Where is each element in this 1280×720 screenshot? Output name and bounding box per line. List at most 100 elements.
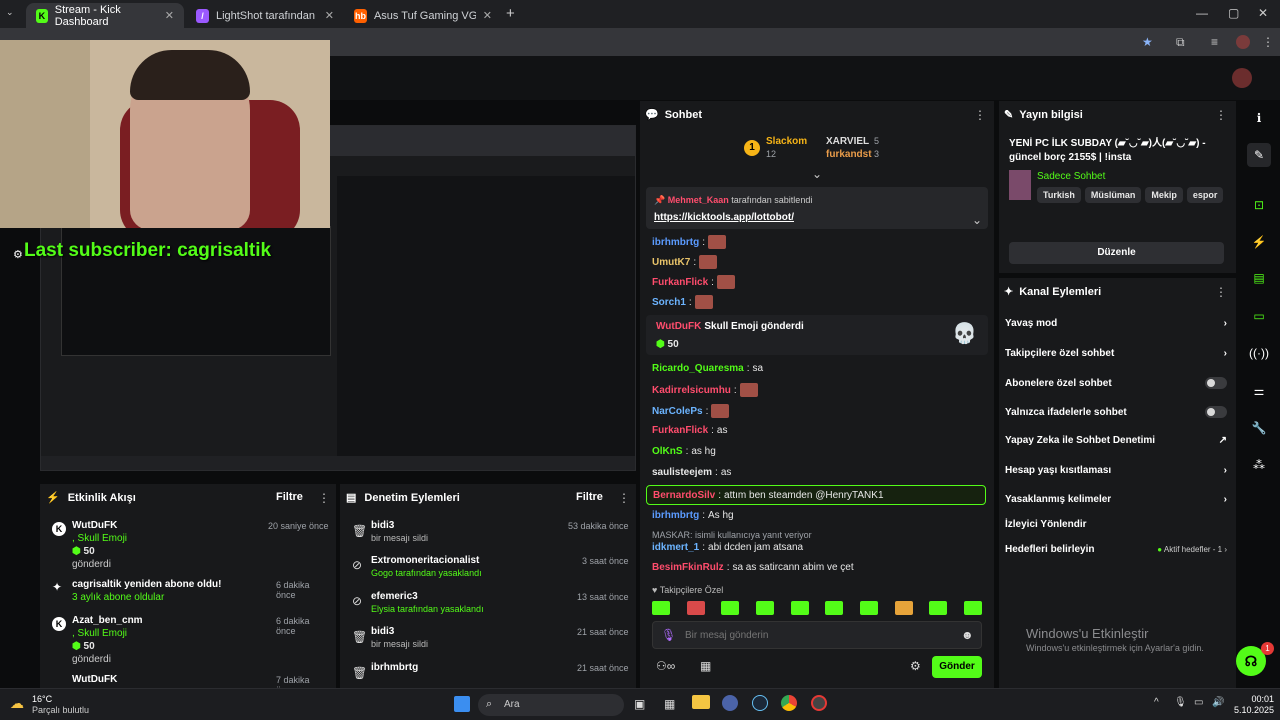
tab-list-button[interactable]: ⌄: [6, 7, 20, 21]
chat-menu-icon[interactable]: ⋮: [974, 108, 986, 122]
tag[interactable]: espor: [1186, 187, 1224, 203]
chat-username[interactable]: Sorch1: [652, 297, 686, 308]
toggle-switch[interactable]: [1205, 377, 1227, 389]
action-banned-words[interactable]: Yasaklanmış kelimeler ›: [1005, 494, 1227, 505]
extensions-icon[interactable]: ⧉: [1176, 35, 1185, 50]
pinned-link[interactable]: https://kicktools.app/lottobot/: [654, 212, 794, 223]
emote[interactable]: [686, 601, 705, 615]
send-button[interactable]: Gönder: [932, 656, 982, 678]
controls-icon[interactable]: ⚌: [1247, 379, 1271, 403]
emote[interactable]: [963, 601, 982, 615]
network-icon[interactable]: ▭: [1194, 697, 1203, 708]
moderation-menu-icon[interactable]: ⋮: [618, 491, 630, 505]
emote[interactable]: [894, 601, 913, 615]
apps-icon[interactable]: ⁂: [1247, 453, 1271, 477]
chat-input-box[interactable]: 🎙 ☻: [652, 621, 982, 649]
gift-user[interactable]: WutDuFK: [656, 321, 701, 332]
tag[interactable]: Turkish: [1037, 187, 1081, 203]
weather-icon[interactable]: ☁: [10, 695, 24, 712]
microphone-icon[interactable]: 🎙: [661, 628, 676, 642]
mod-user[interactable]: ibrhmbrtg: [371, 662, 418, 673]
action-subscribers-chat[interactable]: Abonelere özel sohbet: [1005, 377, 1227, 389]
chat-username[interactable]: FurkanFlick: [652, 277, 708, 288]
activity-menu-icon[interactable]: ⋮: [318, 491, 330, 505]
chat-message[interactable]: Sorch1:: [652, 295, 713, 309]
file-explorer-icon[interactable]: [692, 695, 710, 709]
expand-icon[interactable]: ⌄: [972, 213, 982, 227]
lightning-icon[interactable]: ⚡: [1247, 230, 1271, 254]
event-user[interactable]: WutDuFK: [72, 674, 117, 685]
channel-actions-menu-icon[interactable]: ⋮: [1215, 285, 1227, 299]
chat-message[interactable]: UmutK7:: [652, 255, 718, 269]
clock-time[interactable]: 00:01: [1238, 694, 1274, 704]
clock-date[interactable]: 5.10.2025: [1226, 705, 1274, 715]
mod-user[interactable]: bidi3: [371, 626, 394, 637]
media-icon[interactable]: ≡: [1211, 35, 1218, 49]
volume-icon[interactable]: 🔊: [1212, 697, 1224, 708]
chat-message[interactable]: BesimFkinRulz: sa as satircann abim ve çe…: [652, 562, 854, 573]
event-user[interactable]: WutDuFK: [72, 520, 117, 531]
action-goals[interactable]: Hedefleri belirleyin ● Aktif hedefler - 1…: [1005, 544, 1227, 555]
screen-capture-icon[interactable]: ⊡: [1247, 193, 1271, 217]
tray-chevron-icon[interactable]: ^: [1154, 697, 1159, 708]
close-tab-icon[interactable]: ✕: [165, 9, 174, 22]
chat-username[interactable]: ibrhmbrtg: [652, 237, 699, 248]
menu-icon[interactable]: ⋮: [1262, 35, 1274, 49]
chat-message[interactable]: Kadirrelsicumhu:: [652, 383, 758, 397]
action-emote-only[interactable]: Yalnızca ifadelerle sohbet: [1005, 406, 1227, 418]
obs-icon[interactable]: [722, 695, 738, 711]
emote[interactable]: [929, 601, 948, 615]
chat-message[interactable]: FurkanFlick: as: [652, 425, 727, 436]
close-tab-icon[interactable]: ✕: [325, 9, 334, 22]
user-avatar[interactable]: [1232, 68, 1252, 88]
highlighted-message[interactable]: BernardoSilv: attım ben steamden @HenryTA…: [646, 485, 986, 505]
edit-icon[interactable]: ✎: [1247, 143, 1271, 167]
chat-icon[interactable]: ▭: [1247, 304, 1271, 328]
chat-message[interactable]: FurkanFlick:: [652, 275, 735, 289]
emote[interactable]: [790, 601, 809, 615]
stream-info-menu-icon[interactable]: ⋮: [1215, 108, 1227, 122]
chat-message[interactable]: Ricardo_Quaresma: sa: [652, 363, 763, 374]
start-button[interactable]: [454, 696, 470, 712]
chat-message[interactable]: ibrhmbrtg: As hg: [652, 510, 734, 521]
emoji-icon[interactable]: ☻: [961, 628, 974, 642]
pinned-message[interactable]: 📌 Mehmet_Kaan tarafından sabitlendi http…: [646, 187, 988, 229]
tag[interactable]: Mekip: [1145, 187, 1183, 203]
chat-message[interactable]: ibrhmbrtg:: [652, 235, 726, 249]
steam-icon[interactable]: [752, 695, 768, 711]
emote[interactable]: [652, 601, 670, 615]
toggle-switch[interactable]: [1205, 406, 1227, 418]
event-user[interactable]: cagrisaltik yeniden abone oldu!: [72, 579, 221, 590]
emote[interactable]: [721, 601, 740, 615]
activity-filter-button[interactable]: Filtre: [276, 491, 303, 503]
chat-message[interactable]: saulisteejem: as: [652, 467, 731, 478]
profile-avatar[interactable]: [1236, 35, 1250, 49]
bookmark-star-icon[interactable]: ★: [1142, 35, 1153, 49]
mod-user[interactable]: Extromoneritacionalist: [371, 555, 479, 566]
new-tab-button[interactable]: +: [506, 5, 515, 22]
info-icon[interactable]: ℹ: [1247, 106, 1271, 130]
chat-message[interactable]: OlKnS: as hg: [652, 446, 716, 457]
wrench-icon[interactable]: 🔧: [1247, 416, 1271, 440]
action-ai-moderation[interactable]: Yapay Zeka ile Sohbet Denetimi ↗: [1005, 435, 1227, 446]
collapse-icon[interactable]: ⌄: [812, 167, 822, 181]
action-slow-mode[interactable]: Yavaş mod ›: [1005, 318, 1227, 329]
chat-username[interactable]: UmutK7: [652, 257, 690, 268]
tab-lightshot[interactable]: / LightShot tarafından Ekran Görü ✕: [186, 3, 344, 28]
task-view-icon[interactable]: ▣: [634, 697, 645, 711]
chat-message[interactable]: idkmert_1: abi dcden jam atsana: [652, 542, 803, 553]
moderation-filter-button[interactable]: Filtre: [576, 491, 603, 503]
minimize-icon[interactable]: —: [1196, 6, 1208, 20]
action-raid[interactable]: İzleyici Yönlendir: [1005, 519, 1227, 530]
clipboard-icon[interactable]: ▤: [1247, 266, 1271, 290]
mod-user[interactable]: bidi3: [371, 520, 394, 531]
close-window-icon[interactable]: ✕: [1258, 6, 1268, 20]
action-account-age[interactable]: Hesap yaşı kısıtlaması ›: [1005, 465, 1227, 476]
edit-stream-button[interactable]: Düzenle: [1009, 242, 1224, 264]
settings-icon[interactable]: ⚙: [910, 659, 921, 673]
category-name[interactable]: Sadece Sohbet: [1037, 171, 1105, 182]
chat-input[interactable]: [685, 627, 945, 643]
weather-temp[interactable]: 16°C: [32, 694, 52, 704]
taskbar-search[interactable]: ⌕ Ara: [478, 694, 624, 716]
tag[interactable]: Müslüman: [1084, 187, 1142, 203]
